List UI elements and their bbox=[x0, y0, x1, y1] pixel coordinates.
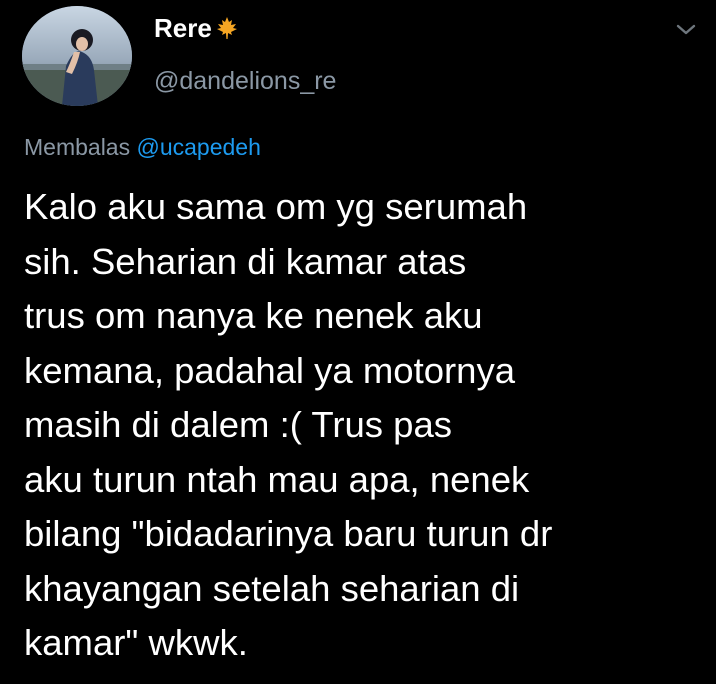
tweet-text-line: Kalo aku sama om yg serumah bbox=[24, 186, 528, 227]
tweet-text-line: aku turun ntah mau apa, nenek bbox=[24, 458, 530, 500]
user-handle[interactable]: @dandelions_re bbox=[154, 66, 336, 96]
tweet-text-line: sih. Seharian di kamar atas bbox=[24, 240, 467, 282]
chevron-down-icon[interactable] bbox=[674, 18, 698, 42]
tweet-text-line: kemana, padahal ya motornya bbox=[24, 349, 516, 391]
reply-context: Membalas @ucapedeh bbox=[24, 132, 261, 162]
tweet-text-line: kamar" wkwk. bbox=[24, 622, 248, 663]
display-name[interactable]: Rere bbox=[154, 12, 336, 44]
reply-mention-link[interactable]: @ucapedeh bbox=[137, 134, 261, 160]
display-name-text[interactable]: Rere bbox=[154, 12, 212, 44]
tweet: Rere @dandelions_re Membalas @ucapedeh K… bbox=[0, 0, 716, 684]
tweet-text-line: trus om nanya ke nenek aku bbox=[24, 295, 483, 336]
tweet-text-line: masih di dalem :( Trus pas bbox=[24, 404, 453, 445]
avatar-photo bbox=[22, 6, 132, 106]
maple-leaf-icon bbox=[214, 15, 240, 41]
tweet-text: Kalo aku sama om yg serumah sih. Seharia… bbox=[24, 180, 704, 671]
author-block: Rere @dandelions_re bbox=[154, 12, 336, 96]
reply-prefix: Membalas bbox=[24, 134, 131, 160]
tweet-text-line: khayangan setelah seharian di bbox=[24, 567, 520, 609]
tweet-text-line: bilang "bidadarinya baru turun dr bbox=[24, 513, 553, 554]
avatar[interactable] bbox=[22, 6, 132, 106]
